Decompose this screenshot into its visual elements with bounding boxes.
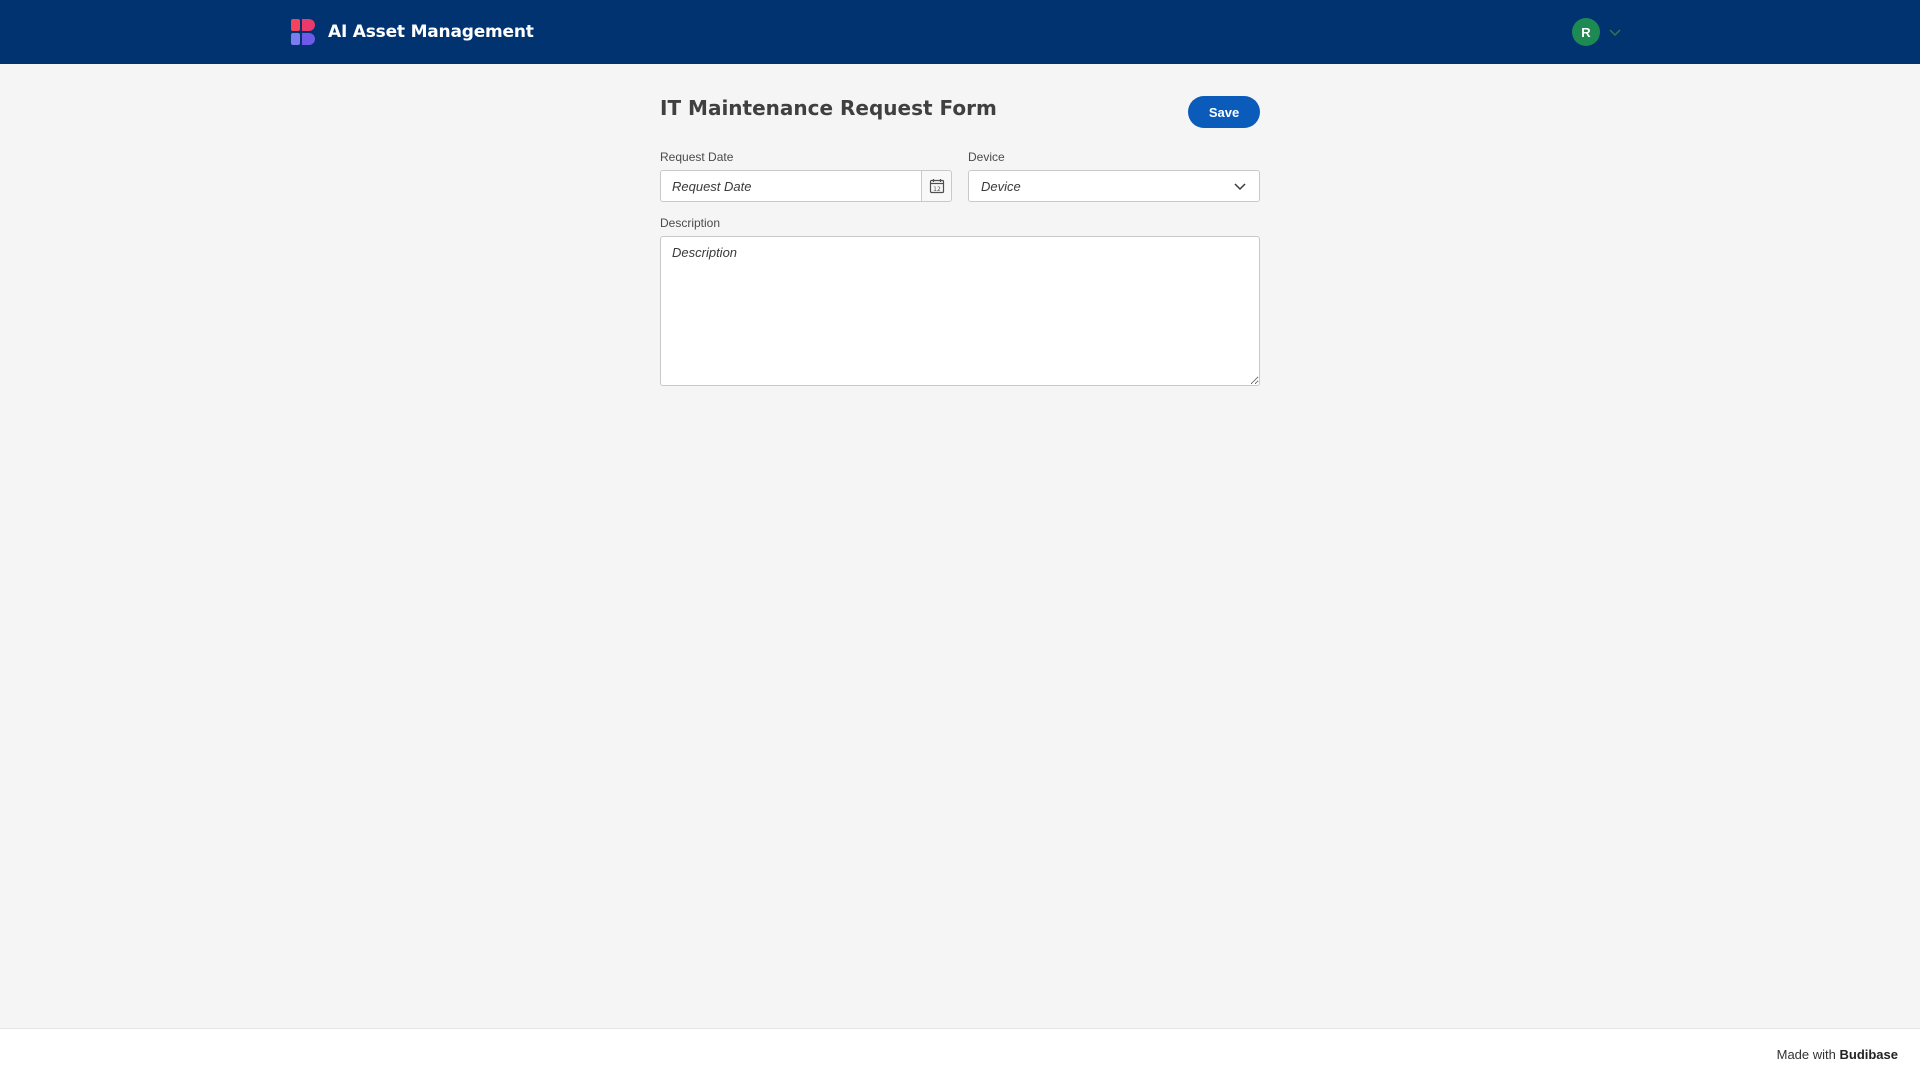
device-placeholder: Device	[981, 178, 1021, 194]
request-date-field: 12	[660, 170, 952, 202]
made-with-budibase[interactable]: Made with Budibase	[1777, 1047, 1898, 1062]
request-date-label: Request Date	[660, 150, 734, 164]
avatar[interactable]: R	[1572, 18, 1600, 46]
calendar-button[interactable]: 12	[921, 170, 952, 202]
svg-text:12: 12	[933, 186, 941, 193]
device-select[interactable]: Device	[968, 170, 1260, 202]
user-menu[interactable]: R	[1572, 18, 1622, 46]
chevron-down-icon	[1234, 183, 1246, 191]
page-title: IT Maintenance Request Form	[660, 96, 997, 120]
device-label: Device	[968, 150, 1005, 164]
request-date-input[interactable]	[660, 170, 921, 202]
top-navigation-bar: AI Asset Management R	[0, 0, 1920, 64]
footer: Made with Budibase	[0, 1028, 1920, 1080]
brand[interactable]: AI Asset Management	[291, 19, 534, 45]
made-with-text: Made with	[1776, 1047, 1836, 1062]
budibase-brand: Budibase	[1839, 1047, 1898, 1062]
chevron-down-icon[interactable]	[1608, 25, 1622, 39]
budibase-logo-icon	[291, 19, 315, 45]
description-label: Description	[660, 216, 721, 230]
description-textarea[interactable]	[660, 236, 1260, 386]
save-button[interactable]: Save	[1188, 96, 1260, 128]
app-title: AI Asset Management	[328, 22, 534, 42]
calendar-icon: 12	[929, 179, 944, 194]
